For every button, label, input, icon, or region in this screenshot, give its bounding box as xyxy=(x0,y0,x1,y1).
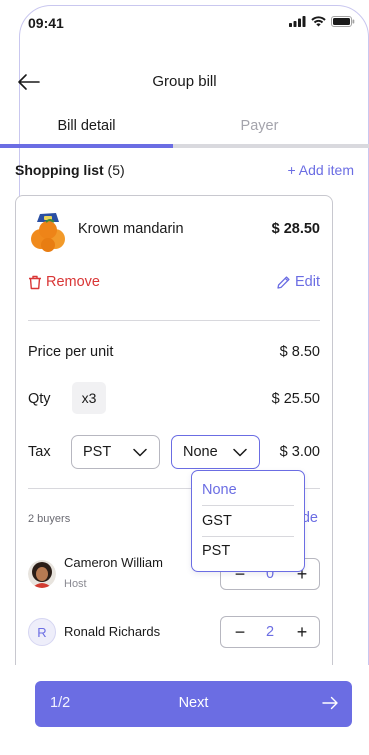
divider xyxy=(28,320,320,321)
arrow-right-icon xyxy=(322,696,338,710)
qty-total: $ 25.50 xyxy=(271,391,320,407)
avatar: R xyxy=(28,618,56,646)
price-per-unit-label: Price per unit xyxy=(28,344,114,360)
buyer-name: Ronald Richards xyxy=(64,624,161,639)
buyer-name: Cameron William xyxy=(64,555,163,570)
edit-button[interactable]: Edit xyxy=(276,274,320,290)
increase-button[interactable]: + xyxy=(291,621,313,643)
dropdown-option-pst[interactable]: PST xyxy=(202,536,294,566)
page-title: Group bill xyxy=(152,73,217,90)
tax-label: Tax xyxy=(28,444,51,460)
tab-bar: Bill detail Payer xyxy=(0,110,369,148)
item-card: Krown mandarin $ 28.50 Remove Edit Price… xyxy=(15,195,333,675)
dropdown-option-none[interactable]: None xyxy=(202,475,294,505)
next-label: Next xyxy=(178,695,209,711)
next-button[interactable]: 1/2 Next xyxy=(35,681,352,727)
chevron-down-icon xyxy=(133,448,147,457)
wifi-icon xyxy=(311,16,326,27)
remove-button[interactable]: Remove xyxy=(28,274,100,290)
shopping-list-title: Shopping list (5) xyxy=(15,162,125,178)
tax-total: $ 3.00 xyxy=(279,444,320,460)
tax-type-select[interactable]: PST xyxy=(71,435,160,469)
remove-label: Remove xyxy=(46,274,100,290)
tab-bill-detail[interactable]: Bill detail xyxy=(0,110,173,148)
pencil-icon xyxy=(277,275,290,289)
tab-payer[interactable]: Payer xyxy=(173,110,346,148)
shopping-list-label: Shopping list xyxy=(15,162,104,178)
shopping-list-header: Shopping list (5) + Add item xyxy=(15,160,354,182)
battery-icon xyxy=(331,16,355,27)
buyer-role: Host xyxy=(64,578,87,590)
tax-option-value: None xyxy=(183,444,218,460)
tax-type-value: PST xyxy=(83,444,112,460)
tax-option-select[interactable]: None xyxy=(171,435,260,469)
status-icons xyxy=(289,16,355,27)
avatar xyxy=(28,560,56,588)
product-name: Krown mandarin xyxy=(78,221,184,237)
signal-icon xyxy=(289,16,306,27)
qty-badge: x3 xyxy=(72,382,106,414)
product-total: $ 28.50 xyxy=(271,221,320,237)
shopping-list-count: (5) xyxy=(107,162,125,178)
add-item-button[interactable]: + Add item xyxy=(287,162,354,178)
chevron-down-icon xyxy=(233,448,247,457)
trash-icon xyxy=(29,275,41,289)
tax-option-dropdown: None GST PST xyxy=(191,470,305,572)
product-image xyxy=(31,213,65,252)
tab-active-indicator xyxy=(0,144,173,148)
status-bar: 09:41 xyxy=(0,0,369,44)
qty-label: Qty xyxy=(28,391,51,407)
dropdown-option-gst[interactable]: GST xyxy=(202,506,294,536)
buyers-count: 2 buyers xyxy=(28,513,71,525)
status-time: 09:41 xyxy=(28,15,64,31)
header: Group bill xyxy=(0,60,369,104)
edit-label: Edit xyxy=(295,274,320,290)
price-per-unit-value: $ 8.50 xyxy=(279,344,320,360)
quantity-stepper: − 2 + xyxy=(220,616,320,648)
